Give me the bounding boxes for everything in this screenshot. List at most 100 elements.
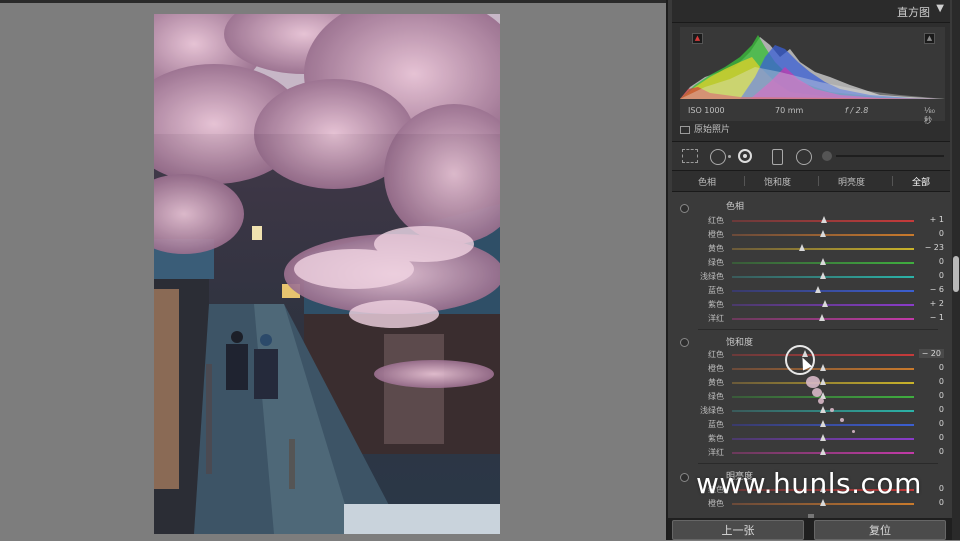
histogram-graph[interactable]: ▲ ▲ ISO 1000 70 mm f / 2.8 ¹⁄₈₀ 秒 [680,27,945,125]
slider-value[interactable]: 0 [939,484,944,493]
histogram-panel: ▲ ▲ ISO 1000 70 mm f / 2.8 ¹⁄₈₀ 秒 原始照片 [672,23,950,142]
saturation-section-toggle[interactable] [680,338,689,347]
hue-magenta-slider[interactable] [732,314,914,321]
watermark-text: www.hunls.com [696,467,922,500]
hue-orange-slider[interactable] [732,230,914,237]
slider-thumb[interactable] [820,406,826,413]
hue-yellow-slider[interactable] [732,244,914,251]
exif-iso: ISO 1000 [688,106,725,115]
hue-red-slider[interactable] [732,216,914,223]
saturation-blue-slider[interactable] [732,420,914,427]
slider-value[interactable]: 0 [939,377,944,386]
slider-thumb[interactable] [820,272,826,279]
slider-value[interactable]: − 1 [930,313,944,322]
tab-all[interactable]: 全部 [912,175,930,188]
slider-thumb[interactable] [820,420,826,427]
tab-saturation[interactable]: 饱和度 [764,175,791,188]
crop-overlay-icon[interactable] [682,149,698,163]
slider-value[interactable]: 0 [939,257,944,266]
hue-blue-slider[interactable] [732,286,914,293]
saturation-orange-slider[interactable] [732,364,914,371]
saturation-red-slider[interactable] [732,350,914,357]
original-photo-checkbox[interactable] [680,125,690,134]
slider-value[interactable]: 0 [939,498,944,507]
hue-purple-slider[interactable] [732,300,914,307]
tab-hue[interactable]: 色相 [698,175,716,188]
histogram-header[interactable]: 直方图 ▼ [672,0,950,23]
saturation-green-slider[interactable] [732,392,914,399]
slider-thumb[interactable] [821,300,828,307]
slider-value[interactable]: − 20 [918,349,944,358]
hue-row-blue: 蓝色 − 6 [672,284,950,298]
slider-value[interactable]: − 23 [925,243,944,252]
luminance-section-toggle[interactable] [680,473,689,482]
slider-label: 洋红 [708,314,724,323]
slider-value[interactable]: + 1 [930,215,944,224]
hue-green-slider[interactable] [732,258,914,265]
petal-decoration [840,418,844,422]
slider-value[interactable]: 0 [939,447,944,456]
luminance-orange-slider[interactable] [732,499,914,506]
slider-value[interactable]: 0 [939,363,944,372]
slider-thumb[interactable] [814,286,821,293]
spot-removal-dot-icon [728,155,731,158]
petal-decoration [830,408,834,412]
slider-value[interactable]: 0 [939,271,944,280]
saturation-aqua-slider[interactable] [732,406,914,413]
slider-thumb[interactable] [820,448,826,455]
panel-scrollbar-thumb[interactable] [953,256,959,292]
saturation-purple-slider[interactable] [732,434,914,441]
reset-button[interactable]: 复位 [814,520,946,540]
brush-slider-track[interactable] [836,155,944,157]
canvas-top-border [0,0,666,3]
hue-section-toggle[interactable] [680,204,689,213]
tab-separator [818,176,819,186]
radial-filter-icon[interactable] [796,149,812,165]
petal-decoration [806,376,820,388]
slider-value[interactable]: − 6 [930,285,944,294]
red-eye-icon[interactable] [738,149,752,163]
spot-removal-icon[interactable] [710,149,726,165]
slider-value[interactable]: 0 [939,419,944,428]
slider-thumb[interactable] [799,244,806,251]
slider-thumb[interactable] [820,364,826,371]
exif-aperture: f / 2.8 [845,106,869,115]
panel-scrollbar[interactable] [952,0,960,540]
slider-label: 浅绿色 [700,272,724,281]
slider-value[interactable]: 0 [939,391,944,400]
original-photo-toggle[interactable]: 原始照片 [680,122,730,135]
section-divider [698,463,938,464]
histogram-title: 直方图 [897,6,930,19]
slider-thumb[interactable] [820,230,826,237]
slider-thumb[interactable] [819,314,826,321]
saturation-magenta-slider[interactable] [732,448,914,455]
section-divider [698,329,938,330]
collapse-triangle-icon[interactable]: ▼ [936,3,944,14]
shadow-clipping-icon[interactable]: ▲ [692,33,703,44]
slider-thumb[interactable] [820,434,826,441]
slider-value[interactable]: + 2 [930,299,944,308]
saturation-row-magenta: 洋红 0 [672,446,950,460]
hue-aqua-slider[interactable] [732,272,914,279]
hue-row-aqua: 浅绿色 0 [672,270,950,284]
slider-thumb[interactable] [820,499,826,506]
slider-value[interactable]: 0 [939,433,944,442]
slider-value[interactable]: 0 [939,405,944,414]
adjustment-brush-icon[interactable] [822,151,832,161]
slider-label: 紫色 [708,300,724,309]
slider-label: 橙色 [708,364,724,373]
previous-button[interactable]: 上一张 [672,520,804,540]
graduated-filter-icon[interactable] [772,149,783,165]
saturation-yellow-slider[interactable] [732,378,914,385]
slider-label: 橙色 [708,230,724,239]
tab-luminance[interactable]: 明亮度 [838,175,865,188]
slider-thumb[interactable] [820,258,826,265]
hue-row-magenta: 洋红 − 1 [672,312,950,326]
photo-preview[interactable] [154,14,500,534]
slider-label: 黄色 [708,244,724,253]
slider-thumb[interactable] [820,216,827,223]
original-photo-label: 原始照片 [694,125,731,135]
slider-value[interactable]: 0 [939,229,944,238]
highlight-clipping-icon[interactable]: ▲ [924,33,935,44]
slider-thumb[interactable] [820,378,826,385]
